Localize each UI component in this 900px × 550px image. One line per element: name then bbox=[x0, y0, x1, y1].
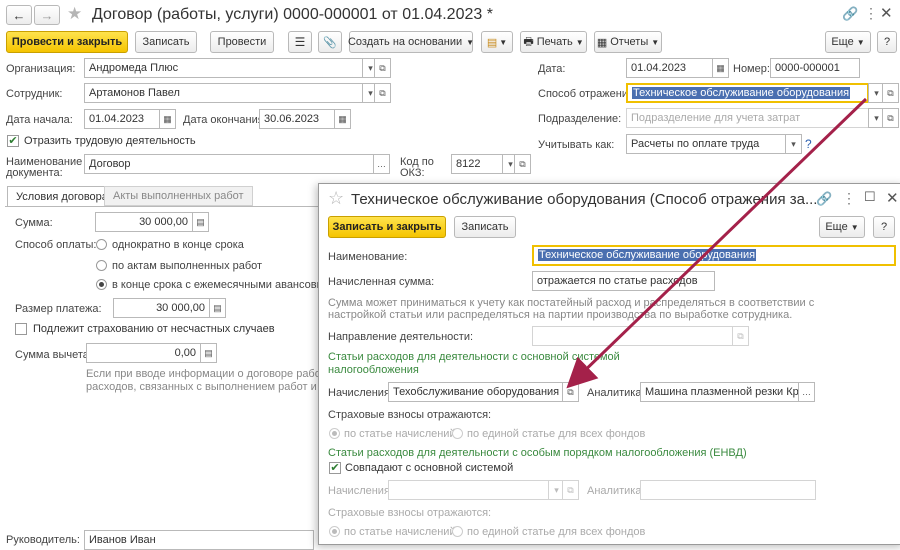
annotation-arrow-line bbox=[566, 97, 868, 389]
annotation-arrow bbox=[566, 97, 868, 389]
